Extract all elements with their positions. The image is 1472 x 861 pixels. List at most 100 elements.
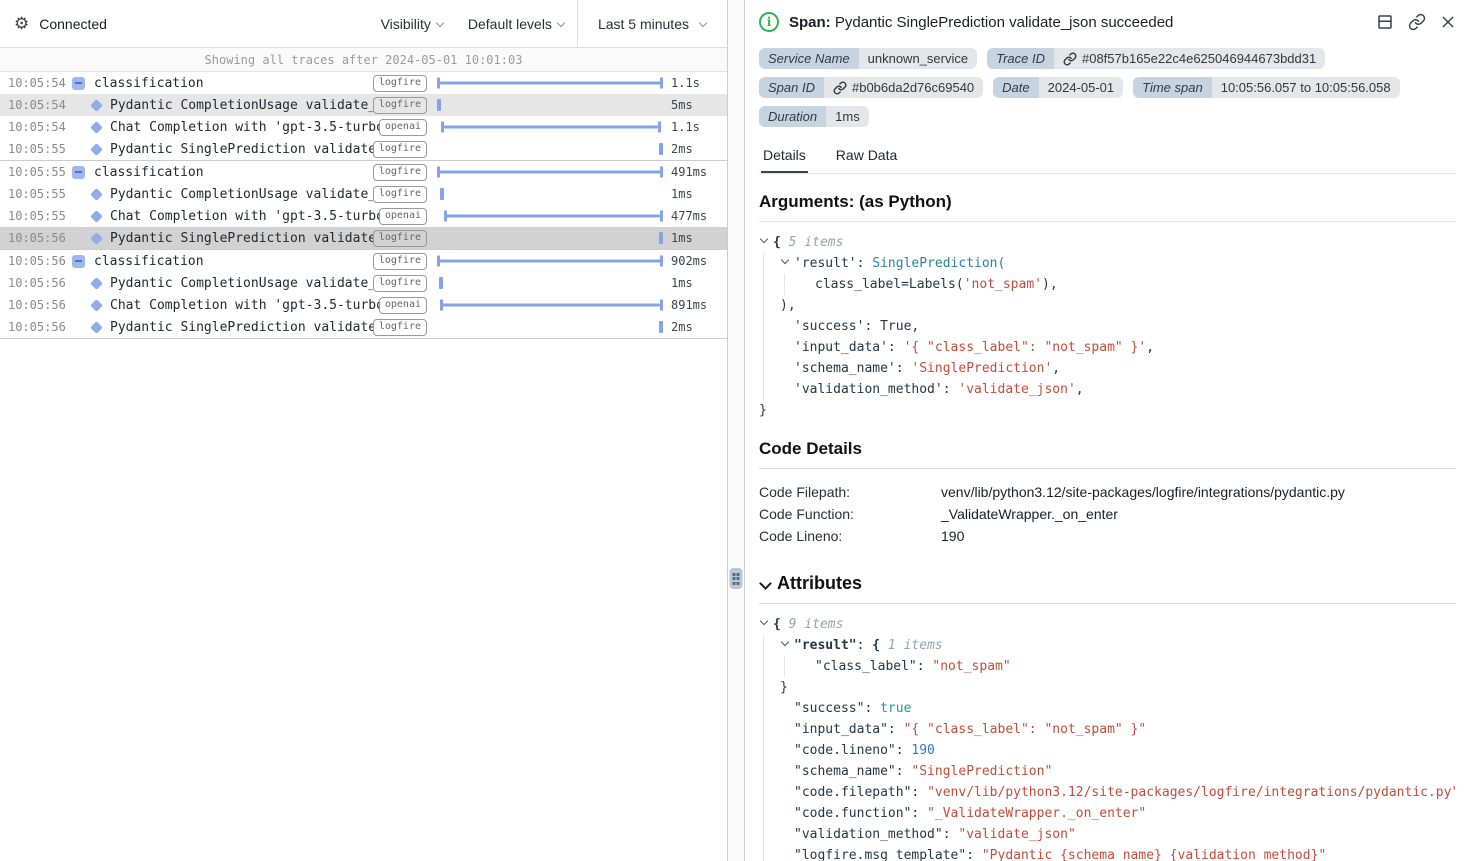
gear-icon[interactable]: ⚙ <box>14 15 29 32</box>
trace-row[interactable]: 10:05:54Chat Completion with 'gpt-3.5-tu… <box>0 116 727 138</box>
meta-pill-value[interactable]: #08f57b165e22c4e625046944673bdd31 <box>1054 48 1325 69</box>
visibility-dropdown-label: Visibility <box>381 16 431 32</box>
code-token: : <box>896 764 912 779</box>
span-diamond-icon <box>90 99 103 112</box>
arguments-code-block: { 5 items'result': SinglePrediction(clas… <box>759 232 1456 421</box>
trace-row-name: Pydantic CompletionUsage validate_python <box>110 187 373 202</box>
attributes-line: "code.function": "_ValidateWrapper._on_e… <box>759 803 1456 824</box>
code-token: 'not_spam' <box>964 277 1042 292</box>
code-token: "result" <box>794 638 857 653</box>
code-token: ), <box>780 298 796 313</box>
attributes-heading[interactable]: Attributes <box>759 573 1456 604</box>
indent-guide <box>763 698 764 719</box>
trace-row[interactable]: 10:05:55Pydantic SinglePrediction valida… <box>0 138 727 160</box>
duration-bar-track <box>437 227 663 249</box>
trace-row[interactable]: 10:05:56Pydantic CompletionUsage validat… <box>0 272 727 294</box>
collapse-chevron-icon[interactable] <box>780 639 794 649</box>
trace-row-timestamp: 10:05:55 <box>8 187 66 201</box>
trace-row-name: Pydantic SinglePrediction validate_json <box>110 231 373 246</box>
duration-tick <box>659 232 663 244</box>
indent-guide <box>763 740 764 761</box>
span-diamond-icon <box>90 321 103 334</box>
default-levels-dropdown[interactable]: Default levels <box>456 0 577 47</box>
attributes-line: "logfire.msg_template": "Pydantic {schem… <box>759 845 1456 861</box>
attributes-line: { 9 items <box>759 614 1456 635</box>
collapse-chevron-icon[interactable] <box>759 236 773 246</box>
code-token: , <box>1052 361 1060 376</box>
meta-pill-label: Date <box>993 77 1038 98</box>
trace-row-timestamp: 10:05:55 <box>8 142 66 156</box>
scope-badge: openai <box>379 208 427 225</box>
meta-pill-value[interactable]: #b0b6da2d76c69540 <box>824 77 983 98</box>
collapse-minus-icon[interactable] <box>72 166 85 179</box>
code-token: "venv/lib/python3.12/site-packages/logfi… <box>927 785 1456 800</box>
code-token: : True, <box>864 319 919 334</box>
code-detail-label: Code Filepath: <box>759 481 941 503</box>
visibility-dropdown[interactable]: Visibility <box>369 0 456 47</box>
collapse-chevron-icon[interactable] <box>759 618 773 628</box>
code-token: "code.function" <box>794 806 911 821</box>
code-token: : <box>888 722 904 737</box>
trace-row[interactable]: 10:05:56Pydantic SinglePrediction valida… <box>0 316 727 338</box>
trace-row-name: Pydantic SinglePrediction validate_json <box>110 320 373 335</box>
code-token: 'validate_json' <box>958 382 1075 397</box>
duration-label: 891ms <box>671 298 719 312</box>
span-detail-actions <box>1376 13 1456 31</box>
meta-pill-value-text: #08f57b165e22c4e625046944673bdd31 <box>1082 51 1316 66</box>
indent-guide <box>763 719 764 740</box>
meta-pill-value-text: 2024-05-01 <box>1048 80 1115 95</box>
collapse-minus-icon[interactable] <box>72 255 85 268</box>
code-token: true <box>880 701 911 716</box>
arguments-line: 'validation_method': 'validate_json', <box>759 379 1456 400</box>
code-details-table: Code Filepath:venv/lib/python3.12/site-p… <box>759 481 1456 547</box>
trace-group: 10:05:55classificationlogfire491ms10:05:… <box>0 161 727 250</box>
indent-guide <box>763 677 764 698</box>
trace-row[interactable]: 10:05:54classificationlogfire1.1s <box>0 72 727 94</box>
span-detail-header: i Span: Pydantic SinglePrediction valida… <box>759 12 1456 32</box>
trace-row[interactable]: 10:05:56classificationlogfire902ms <box>0 250 727 272</box>
trace-row-timestamp: 10:05:56 <box>8 231 66 245</box>
indent-guide <box>784 274 785 295</box>
collapse-minus-icon[interactable] <box>72 77 85 90</box>
indent-guide <box>763 845 764 861</box>
copy-link-icon[interactable] <box>1408 13 1426 31</box>
collapse-chevron-icon[interactable] <box>780 257 794 267</box>
time-range-select[interactable]: Last 5 minutes <box>577 0 727 47</box>
duration-bar <box>444 211 663 222</box>
trace-row-name: Pydantic CompletionUsage validate_python <box>110 276 373 291</box>
code-detail-value: _ValidateWrapper._on_enter <box>941 503 1118 525</box>
duration-label: 2ms <box>671 320 719 334</box>
code-token: : <box>917 659 933 674</box>
tab-details[interactable]: Details <box>761 143 808 173</box>
trace-row-name: classification <box>94 165 373 180</box>
code-token: } <box>780 680 788 695</box>
arguments-line: } <box>759 400 1456 421</box>
meta-pill-value: 2024-05-01 <box>1039 77 1124 98</box>
trace-panel: ⚙ Connected Visibility Default levels La… <box>0 0 727 861</box>
trace-row-timestamp: 10:05:54 <box>8 120 66 134</box>
panel-resize-divider[interactable] <box>727 0 745 861</box>
meta-pill-value-text: #b0b6da2d76c69540 <box>852 80 974 95</box>
close-icon[interactable] <box>1440 14 1456 30</box>
duration-label: 1ms <box>671 187 719 201</box>
tab-raw-data[interactable]: Raw Data <box>834 143 899 173</box>
trace-row-name: classification <box>94 76 373 91</box>
code-token: : <box>857 256 873 271</box>
trace-row[interactable]: 10:05:56 Pydantic SinglePrediction valida… <box>0 227 727 249</box>
trace-row[interactable]: 10:05:55 Pydantic CompletionUsage validat… <box>0 183 727 205</box>
code-token: : <box>943 382 959 397</box>
trace-row[interactable]: 10:05:54Pydantic CompletionUsage validat… <box>0 94 727 116</box>
detail-scroll-area[interactable]: Arguments: (as Python) { 5 items'result'… <box>759 174 1456 861</box>
scope-badge: logfire <box>373 275 427 292</box>
panel-layout-icon[interactable] <box>1376 13 1394 31</box>
arguments-line: { 5 items <box>759 232 1456 253</box>
resize-handle-icon[interactable] <box>730 568 743 589</box>
trace-row[interactable]: 10:05:55classificationlogfire491ms <box>0 161 727 183</box>
code-token: ), <box>1042 277 1058 292</box>
trace-row[interactable]: 10:05:56Chat Completion with 'gpt-3.5-tu… <box>0 294 727 316</box>
indent-guide <box>763 316 764 337</box>
duration-bar-track <box>437 183 663 205</box>
code-details-heading: Code Details <box>759 439 1456 469</box>
trace-row[interactable]: 10:05:55Chat Completion with 'gpt-3.5-tu… <box>0 205 727 227</box>
code-token: : <box>857 638 873 653</box>
